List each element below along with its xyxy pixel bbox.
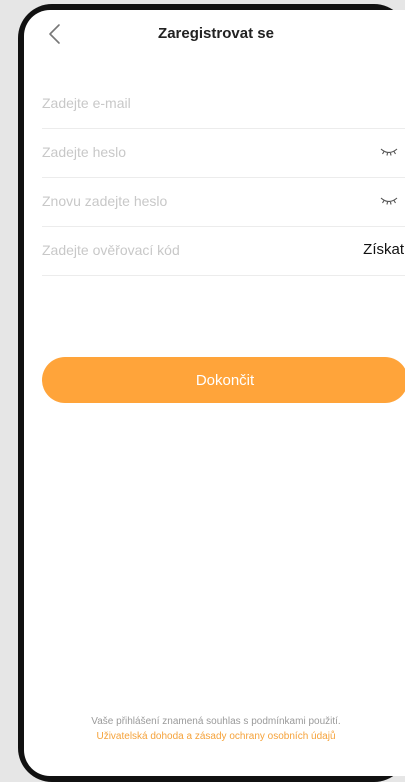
- password-field[interactable]: [42, 139, 332, 165]
- verification-code-row: Získat: [42, 227, 405, 276]
- eye-closed-icon[interactable]: [380, 145, 398, 159]
- password-repeat-field[interactable]: [42, 188, 332, 214]
- get-code-button[interactable]: Získat: [363, 241, 404, 258]
- finish-button[interactable]: Dokončit: [42, 357, 405, 403]
- terms-footer: Vaše přihlášení znamená souhlas s podmín…: [24, 714, 405, 744]
- page-title: Zaregistrovat se: [158, 25, 274, 42]
- consent-text: Vaše přihlášení znamená souhlas s podmín…: [91, 716, 341, 727]
- password-row: [42, 129, 405, 178]
- register-screen: Zaregistrovat se Zadejte e-mail Zadejte …: [24, 10, 405, 776]
- phone-frame: Zaregistrovat se Zadejte e-mail Zadejte …: [18, 4, 405, 782]
- register-form: Získat: [42, 80, 405, 276]
- password-repeat-row: [42, 178, 405, 227]
- eye-closed-icon[interactable]: [380, 194, 398, 208]
- user-agreement-link[interactable]: Uživatelská dohoda a zásady ochrany osob…: [24, 729, 405, 744]
- email-row: [42, 80, 405, 129]
- navigation-bar: Zaregistrovat se: [24, 10, 405, 58]
- email-field[interactable]: [42, 90, 332, 116]
- verification-code-field[interactable]: [42, 237, 332, 263]
